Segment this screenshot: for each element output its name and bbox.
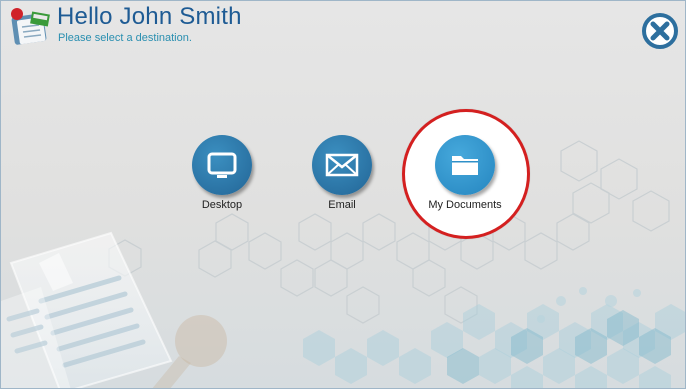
destination-desktop-button[interactable]: Desktop: [171, 135, 271, 235]
close-circle-icon: [642, 13, 678, 49]
destination-email-button[interactable]: Email: [291, 135, 391, 235]
monitor-icon: [207, 152, 237, 178]
destination-email-circle: [312, 135, 372, 195]
destination-my-documents-button[interactable]: My Documents: [414, 135, 514, 235]
destination-desktop-label: Desktop: [201, 199, 243, 211]
instruction-subtitle: Please select a destination.: [58, 32, 192, 44]
envelope-icon: [325, 153, 359, 177]
app-screen: Hello John Smith Please select a destina…: [0, 0, 686, 389]
destination-my-documents-label: My Documents: [428, 199, 502, 211]
destination-my-documents-circle: [435, 135, 495, 195]
folder-icon: [452, 156, 478, 175]
close-button[interactable]: [641, 12, 679, 50]
destination-email-label: Email: [328, 199, 356, 211]
greeting-title: Hello John Smith: [57, 3, 242, 30]
destination-desktop-circle: [192, 135, 252, 195]
scan-document-icon: [11, 8, 50, 45]
